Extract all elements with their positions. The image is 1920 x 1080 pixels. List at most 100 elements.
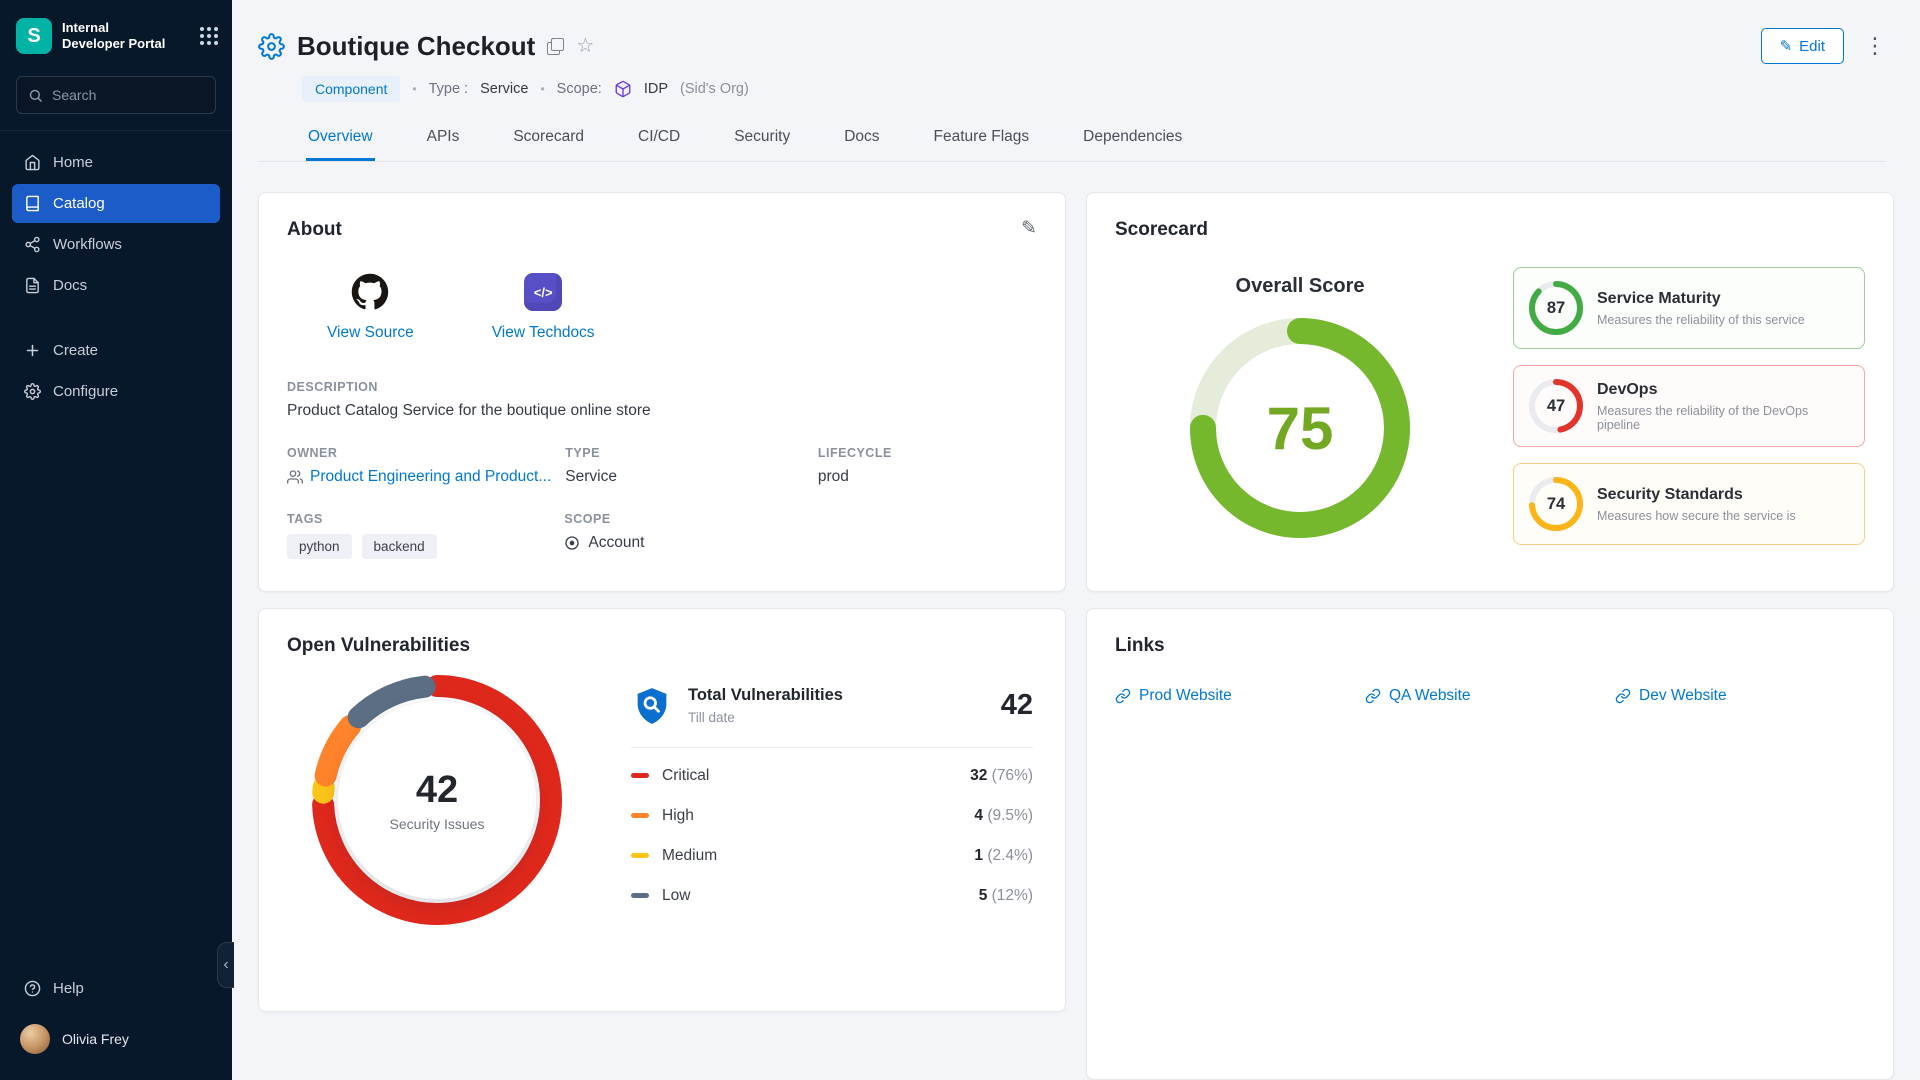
score-value: 47 (1529, 379, 1583, 433)
help-icon (24, 980, 41, 997)
lifecycle-value: prod (818, 468, 1037, 486)
avatar (20, 1024, 50, 1054)
separator-dot: • (540, 82, 544, 96)
overall-score-donut: 75 (1190, 318, 1410, 538)
legend-count: 32 (970, 767, 987, 784)
scope-field-label: SCOPE (564, 512, 803, 526)
scope-cube-icon (614, 80, 632, 98)
sidebar-collapse-handle[interactable]: ‹ (217, 942, 234, 988)
tags-label: TAGS (287, 512, 550, 526)
tag-backend[interactable]: backend (362, 534, 437, 559)
link-dev-website[interactable]: Dev Website (1615, 687, 1865, 705)
sidebar-bottom: Help Olivia Frey (0, 967, 232, 1080)
links-card: Links Prod Website QA Website Dev Websit… (1086, 608, 1894, 1080)
tab-overview[interactable]: Overview (306, 124, 375, 161)
owner-link[interactable]: Product Engineering and Product... (287, 468, 551, 486)
description-label: DESCRIPTION (287, 380, 1037, 394)
type-value: Service (480, 81, 528, 97)
shield-search-icon (631, 685, 673, 727)
total-vulnerabilities-title: Total Vulnerabilities (688, 686, 843, 705)
user-name: Olivia Frey (62, 1031, 129, 1047)
total-vulnerabilities-subtitle: Till date (688, 710, 843, 725)
view-source-link[interactable]: View Source (327, 271, 414, 342)
sidebar-header: S Internal Developer Portal (0, 0, 232, 68)
high-color-dash (631, 813, 649, 818)
security-standards-ring: 74 (1529, 477, 1583, 531)
about-card: About ✎ View Source </> (258, 192, 1066, 592)
tab-feature-flags[interactable]: Feature Flags (932, 124, 1032, 161)
sidebar-item-label: Help (53, 980, 84, 997)
edit-button-label: Edit (1799, 38, 1825, 55)
legend-label: Critical (662, 767, 709, 785)
link-label: Prod Website (1139, 687, 1232, 705)
overall-score-value: 75 (1267, 394, 1334, 463)
search-input[interactable] (52, 87, 204, 103)
sidebar-divider (0, 130, 232, 131)
low-color-dash (631, 893, 649, 898)
user-menu[interactable]: Olivia Frey (0, 1010, 232, 1070)
link-qa-website[interactable]: QA Website (1365, 687, 1615, 705)
sidebar-item-label: Create (53, 342, 98, 359)
score-card-devops[interactable]: 47 DevOps Measures the reliability of th… (1513, 365, 1865, 447)
legend-label: High (662, 807, 694, 825)
entity-gear-icon (258, 33, 285, 60)
legend-row-high: High 4 (9.5%) (631, 796, 1033, 836)
type-field-label: TYPE (565, 446, 804, 460)
main: Boutique Checkout ☆ ✎ Edit ⋮ Component •… (232, 0, 1920, 1080)
link-prod-website[interactable]: Prod Website (1115, 687, 1365, 705)
link-icon (1115, 688, 1131, 704)
plus-icon (24, 342, 41, 359)
sidebar-item-label: Docs (53, 277, 87, 294)
sidebar-item-catalog[interactable]: Catalog (12, 184, 220, 223)
legend-label: Low (662, 887, 690, 905)
chevron-left-icon: ‹ (223, 956, 228, 974)
tab-scorecard[interactable]: Scorecard (511, 124, 586, 161)
score-name: Service Maturity (1597, 290, 1805, 308)
sidebar-item-workflows[interactable]: Workflows (12, 225, 220, 264)
sidebar-item-home[interactable]: Home (12, 143, 220, 182)
edit-about-icon[interactable]: ✎ (1021, 219, 1037, 238)
kebab-menu-icon[interactable]: ⋮ (1864, 35, 1886, 57)
sidebar-item-label: Workflows (53, 236, 122, 253)
brand-line2: Developer Portal (62, 36, 190, 52)
edit-button[interactable]: ✎ Edit (1761, 28, 1844, 64)
copy-icon[interactable] (547, 38, 564, 55)
legend-pct: (2.4%) (987, 847, 1033, 864)
type-label: Type : (429, 81, 469, 97)
view-techdocs-link[interactable]: </> View Techdocs (492, 271, 595, 342)
tag-python[interactable]: python (287, 534, 352, 559)
docs-icon (24, 277, 41, 294)
star-icon[interactable]: ☆ (576, 36, 594, 56)
lifecycle-label: LIFECYCLE (818, 446, 1037, 460)
critical-color-dash (631, 773, 649, 778)
description-value: Product Catalog Service for the boutique… (287, 402, 1037, 420)
tab-security[interactable]: Security (732, 124, 792, 161)
score-card-security-standards[interactable]: 74 Security Standards Measures how secur… (1513, 463, 1865, 545)
tab-bar: Overview APIs Scorecard CI/CD Security D… (258, 124, 1886, 162)
total-vulnerabilities-value: 42 (1001, 689, 1033, 722)
brand-line1: Internal (62, 20, 190, 36)
tab-cicd[interactable]: CI/CD (636, 124, 682, 161)
github-icon (351, 273, 389, 311)
total-vulnerabilities-row: Total Vulnerabilities Till date 42 (631, 685, 1033, 727)
sidebar-item-help[interactable]: Help (12, 969, 220, 1008)
score-desc: Measures how secure the service is (1597, 509, 1796, 523)
legend-count: 4 (974, 807, 983, 824)
tab-docs[interactable]: Docs (842, 124, 881, 161)
sidebar-item-configure[interactable]: Configure (12, 372, 220, 411)
score-card-service-maturity[interactable]: 87 Service Maturity Measures the reliabi… (1513, 267, 1865, 349)
score-value: 87 (1529, 281, 1583, 335)
app-switcher-icon[interactable] (200, 27, 218, 45)
links-title: Links (1115, 635, 1165, 657)
page-title: Boutique Checkout (297, 31, 535, 62)
sidebar-item-docs[interactable]: Docs (12, 266, 220, 305)
view-source-label: View Source (327, 324, 414, 342)
medium-color-dash (631, 853, 649, 858)
legend-pct: (9.5%) (987, 807, 1033, 824)
users-icon (287, 469, 303, 485)
tab-apis[interactable]: APIs (425, 124, 462, 161)
tab-dependencies[interactable]: Dependencies (1081, 124, 1184, 161)
divider (631, 747, 1033, 748)
component-badge[interactable]: Component (302, 76, 400, 102)
sidebar-item-create[interactable]: Create (12, 331, 220, 370)
